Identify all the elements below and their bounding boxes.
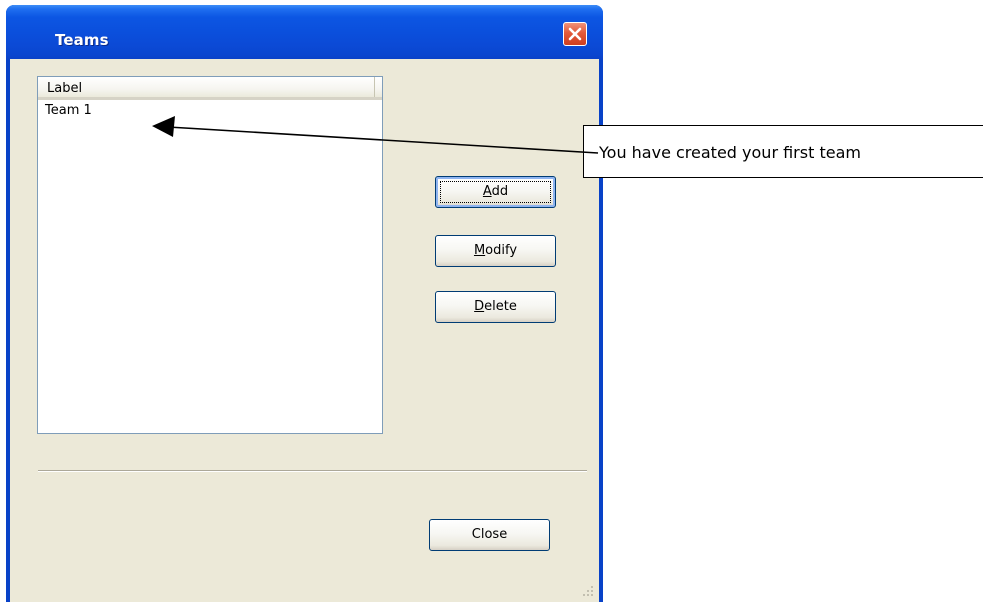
close-window-button[interactable] — [563, 22, 587, 46]
annotation-callout: You have created your first team — [583, 125, 983, 178]
window-title: Teams — [55, 31, 109, 49]
modify-button[interactable]: Modify — [435, 235, 556, 267]
delete-label-rest: elete — [484, 299, 517, 314]
teams-list[interactable]: Label Team 1 — [37, 76, 383, 434]
list-item-label: Team 1 — [45, 103, 92, 118]
delete-button-label: Delete — [474, 299, 517, 314]
focus-rectangle — [440, 181, 551, 203]
modify-label-rest: odify — [485, 243, 518, 258]
delete-mnemonic: D — [474, 299, 485, 314]
list-header: Label — [38, 77, 382, 100]
modify-mnemonic: M — [473, 243, 486, 258]
column-header-label[interactable]: Label — [38, 77, 375, 97]
column-header-text: Label — [47, 81, 83, 96]
resize-grip-icon[interactable] — [581, 584, 595, 598]
add-button[interactable]: Add — [435, 176, 556, 208]
close-button-label: Close — [471, 527, 508, 542]
title-bar[interactable]: Teams — [6, 5, 603, 59]
delete-button[interactable]: Delete — [435, 291, 556, 323]
list-item[interactable]: Team 1 — [38, 102, 382, 120]
modify-button-label: Modify — [474, 243, 517, 258]
close-icon — [568, 27, 582, 41]
dialog-client-area: Label Team 1 Add Modify Delete Close — [10, 59, 599, 602]
teams-dialog: Teams Label Team 1 Add Modify Delete Clo… — [6, 5, 603, 602]
callout-text: You have created your first team — [599, 143, 861, 162]
close-button[interactable]: Close — [429, 519, 550, 551]
separator-line — [38, 470, 587, 472]
